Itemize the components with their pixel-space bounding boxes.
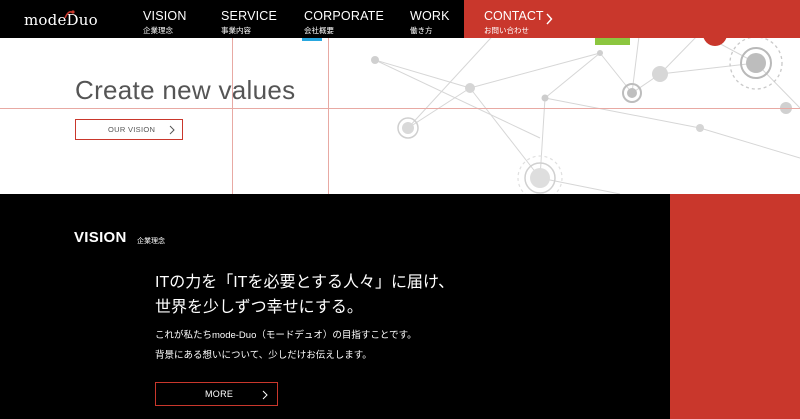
vision-lead-line: ITの力を「ITを必要とする人々」に届け、 <box>155 274 455 291</box>
nav-item-sublabel: 働き方 <box>410 26 433 35</box>
nav-contact-button[interactable]: CONTACT お問い合わせ <box>464 0 800 38</box>
vision-body-line: 背景にある想いについて、少しだけお伝えします。 <box>155 350 372 361</box>
vision-lead-line: 世界を少しずつ幸せにする。 <box>155 299 363 316</box>
nav-item-label: SERVICE <box>221 9 278 23</box>
nav-item-service[interactable]: SERVICE 事業内容 <box>221 0 287 38</box>
logo[interactable]: modeDuo <box>24 8 100 30</box>
vision-heading-sub: 企業理念 <box>137 238 165 245</box>
chevron-right-icon <box>262 390 268 400</box>
nav-item-label: WORK <box>410 9 450 23</box>
vision-lead: ITの力を「ITを必要とする人々」に届け、 世界を少しずつ幸せにする。 <box>155 270 454 320</box>
logo-mark-icon <box>64 10 75 19</box>
more-button-label: MORE <box>205 389 234 399</box>
nav-item-work[interactable]: WORK 働き方 <box>410 0 456 38</box>
nav-item-label: CORPORATE <box>304 9 385 23</box>
our-vision-button[interactable]: OUR VISION <box>75 119 183 140</box>
nav-item-sublabel: 事業内容 <box>221 26 251 35</box>
vision-body: これが私たちmode-Duo（モードデュオ）の目指すことです。 背景にある想いに… <box>155 326 417 366</box>
hero-title: Create new values <box>75 75 296 105</box>
nav-item-label: VISION <box>143 9 187 23</box>
vision-section: VISION 企業理念 ITの力を「ITを必要とする人々」に届け、 世界を少しず… <box>0 194 800 419</box>
vision-body-line: これが私たちmode-Duo（モードデュオ）の目指すことです。 <box>155 330 417 341</box>
our-vision-button-label: OUR VISION <box>108 125 156 134</box>
contact-label: CONTACT <box>484 9 544 23</box>
nav-item-vision[interactable]: VISION 企業理念 <box>143 0 203 38</box>
site-header: modeDuo VISION 企業理念 SERVICE 事業内容 CORPORA… <box>0 0 800 38</box>
network-background-graphic <box>0 38 800 194</box>
nav-item-sublabel: 企業理念 <box>143 26 173 35</box>
chevron-right-icon <box>169 125 175 135</box>
nav-item-sublabel: 会社概要 <box>304 26 334 35</box>
contact-sublabel: お問い合わせ <box>484 26 529 35</box>
logo-text: modeDuo <box>24 11 98 29</box>
hero-section: Create new values OUR VISION <box>0 38 800 194</box>
more-button[interactable]: MORE <box>155 382 278 406</box>
vision-heading: VISION <box>74 229 127 246</box>
chevron-right-icon <box>546 13 553 25</box>
vision-accent-block <box>670 194 800 419</box>
nav-item-corporate[interactable]: CORPORATE 会社概要 <box>304 0 384 38</box>
